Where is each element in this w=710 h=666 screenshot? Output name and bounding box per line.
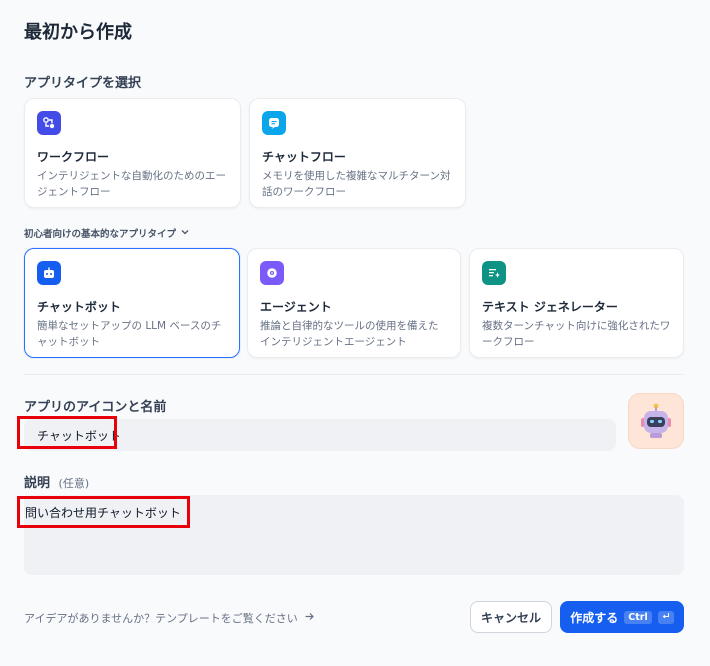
create-button[interactable]: 作成する Ctrl [560, 601, 684, 633]
agent-icon [260, 261, 284, 285]
workflow-icon [37, 111, 61, 135]
beginner-label: 初心者向けの基本的なアプリタイプ [24, 229, 177, 240]
card-agent[interactable]: エージェント 推論と自律的なツールの使用を備えたインテリジェントエージェント [247, 248, 461, 358]
beginner-app-types-toggle[interactable]: 初心者向けの基本的なアプリタイプ [24, 226, 190, 240]
app-type-label: アプリタイプを選択 [24, 76, 142, 91]
create-button-label: 作成する [570, 610, 619, 625]
card-workflow[interactable]: ワークフロー インテリジェントな自動化のためのエージェントフロー [24, 98, 241, 208]
app-name-label: アプリのアイコンと名前 [24, 400, 167, 415]
text-generator-icon [482, 261, 506, 285]
template-link-text: アイデアがありませんか？テンプレートをご覧ください [24, 612, 298, 625]
chatbot-icon [37, 261, 61, 285]
enter-key-icon [657, 610, 674, 624]
card-desc: 複数ターンチャット向けに強化されたワークフロー [482, 320, 671, 348]
card-chatflow[interactable]: チャットフロー メモリを使用した複雑なマルチターン対話のワークフロー [249, 98, 466, 208]
template-link[interactable]: アイデアがありませんか？テンプレートをご覧ください [24, 610, 315, 626]
chatflow-icon [262, 111, 286, 135]
card-desc: 推論と自律的なツールの使用を備えたインテリジェントエージェント [260, 320, 439, 348]
card-name: チャットフロー [262, 150, 346, 164]
description-label-text: 説明 [24, 476, 51, 491]
page-title: 最初から作成 [24, 22, 132, 43]
card-text-generator[interactable]: テキスト ジェネレーター 複数ターンチャット向けに強化されたワークフロー [469, 248, 684, 358]
card-desc: インテリジェントな自動化のためのエージェントフロー [37, 170, 226, 198]
description-label: 説明 (任意) [24, 472, 89, 491]
cancel-button[interactable]: キャンセル [470, 601, 552, 633]
ctrl-key-badge: Ctrl [624, 610, 652, 624]
card-name: テキスト ジェネレーター [482, 300, 618, 314]
card-desc: 簡単なセットアップの LLM ベースのチャットボット [37, 320, 222, 348]
chevron-down-icon [180, 227, 190, 240]
card-chatbot[interactable]: チャットボット 簡単なセットアップの LLM ベースのチャットボット [24, 248, 240, 358]
card-name: ワークフロー [37, 150, 110, 164]
highlight-box [17, 416, 117, 449]
app-icon-picker[interactable] [628, 393, 684, 449]
card-name: チャットボット [37, 300, 121, 314]
divider [24, 374, 684, 375]
arrow-right-icon [304, 611, 315, 625]
highlight-box [17, 496, 190, 528]
optional-label: (任意) [58, 477, 90, 490]
card-desc: メモリを使用した複雑なマルチターン対話のワークフロー [262, 170, 451, 198]
robot-icon [641, 403, 671, 438]
card-name: エージェント [260, 300, 332, 314]
